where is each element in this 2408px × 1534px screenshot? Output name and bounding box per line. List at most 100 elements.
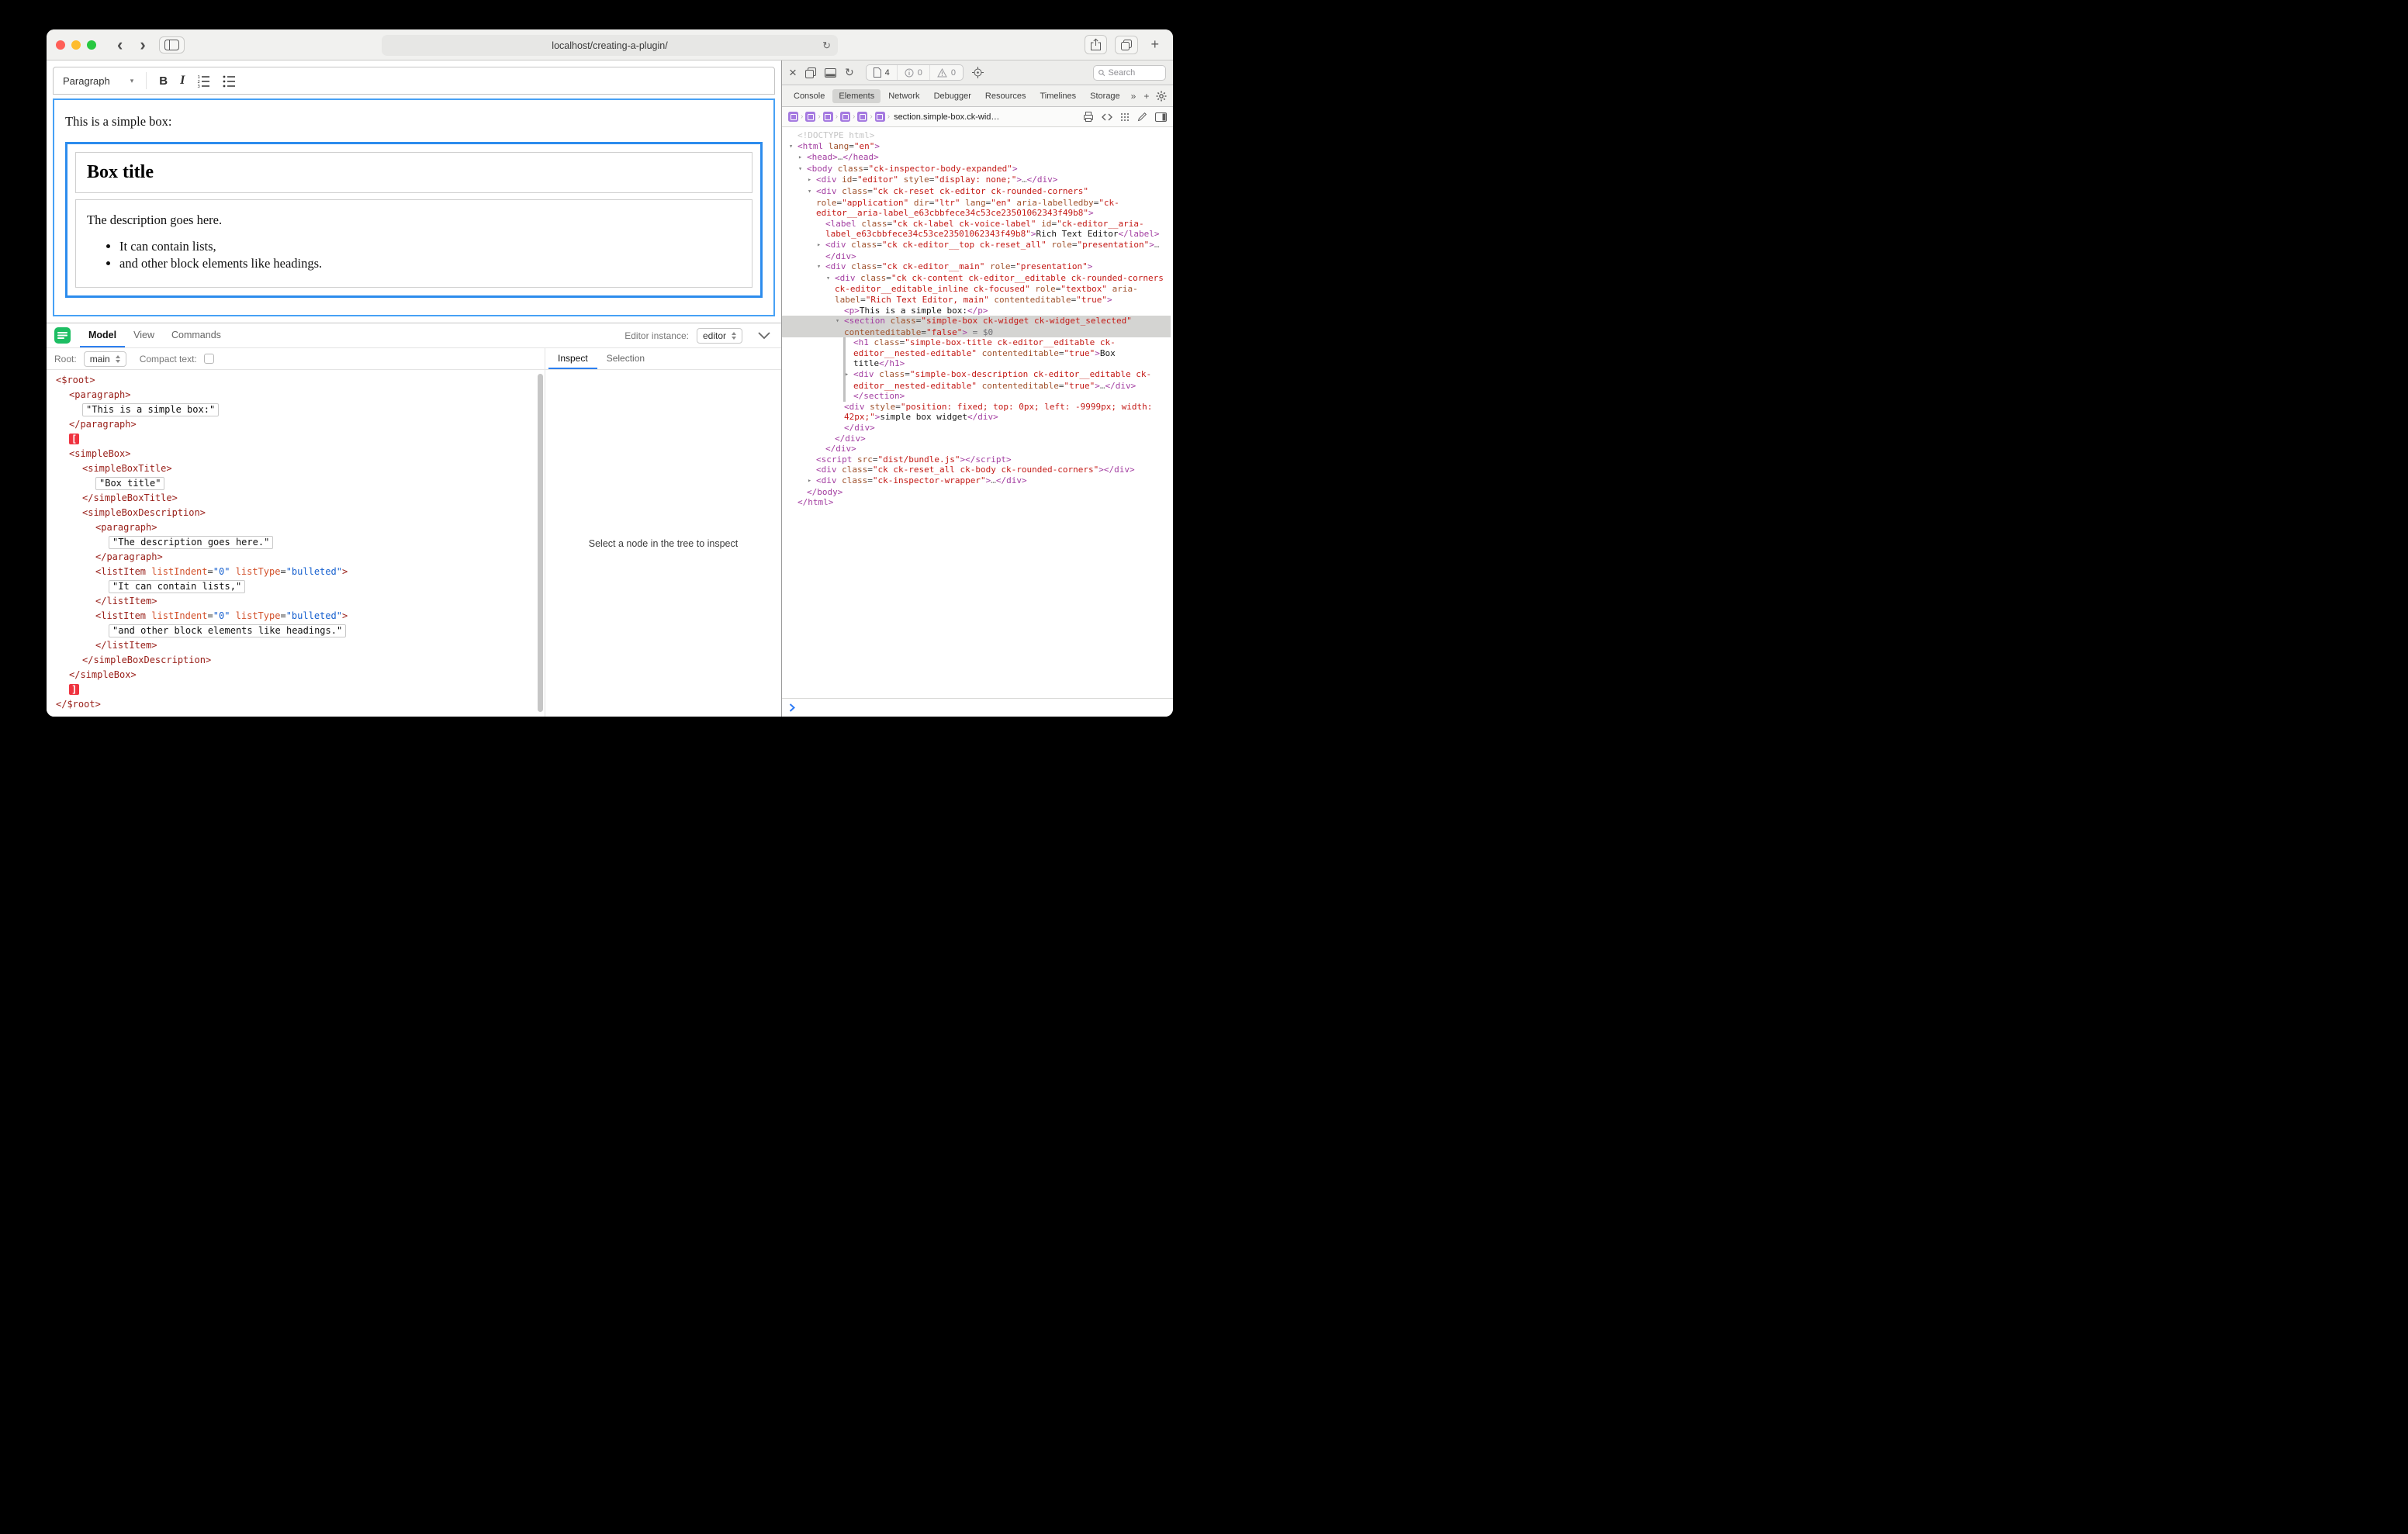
devtools-reload-button[interactable]: ↻ (845, 66, 854, 79)
intro-paragraph[interactable]: This is a simple box: (65, 114, 763, 130)
model-tree-node[interactable]: <$root> (47, 373, 545, 388)
dom-tree-node[interactable]: </html> (782, 497, 1171, 508)
search-input[interactable] (1108, 68, 1161, 78)
collapse-inspector-button[interactable] (755, 332, 773, 339)
disclosure-triangle-icon[interactable]: ▾ (789, 142, 797, 153)
devtools-tab-timelines[interactable]: Timelines (1033, 89, 1082, 103)
model-tree-node[interactable]: [ (47, 432, 545, 447)
editor-instance-select[interactable]: editor (697, 328, 742, 344)
list-item[interactable]: It can contain lists, (119, 239, 741, 254)
edit-dom-button[interactable] (1137, 112, 1147, 122)
dom-tree-node[interactable]: ▾<html lang="en"> (782, 141, 1171, 153)
devtools-search-field[interactable] (1093, 65, 1166, 81)
root-select[interactable]: main (84, 351, 126, 367)
simple-box-title-field[interactable]: Box title (75, 152, 752, 193)
model-tree-node[interactable]: </simpleBox> (47, 668, 545, 682)
disclosure-triangle-icon[interactable]: ▾ (808, 187, 816, 198)
element-crumb-icon[interactable] (857, 112, 867, 122)
model-tree-node[interactable]: "This is a simple box:" (47, 403, 545, 417)
model-tree-node[interactable]: <listItem listIndent="0" listType="bulle… (47, 565, 545, 579)
disclosure-triangle-icon[interactable]: ▾ (826, 274, 835, 285)
element-crumb-icon[interactable] (875, 112, 885, 122)
disclosure-triangle-icon[interactable]: ▸ (845, 370, 853, 381)
devtools-tab-resources[interactable]: Resources (979, 89, 1033, 103)
list-item[interactable]: and other block elements like headings. (119, 256, 741, 271)
inspector-tab-commands[interactable]: Commands (163, 323, 230, 347)
devtools-windows-button[interactable] (805, 67, 816, 78)
dom-tree-node[interactable]: ▾<div class="ck ck-reset ck-editor ck-ro… (782, 186, 1171, 219)
grid-overlay-button[interactable] (1120, 112, 1130, 122)
reload-button[interactable]: ↻ (822, 40, 831, 52)
element-crumb-icon[interactable] (788, 112, 798, 122)
bold-button[interactable]: B (159, 74, 168, 88)
model-tree[interactable]: <$root><paragraph>"This is a simple box:… (47, 370, 545, 717)
element-crumb-icon[interactable] (823, 112, 833, 122)
model-tree-scrollbar[interactable] (538, 374, 543, 712)
dom-tree-node[interactable]: </body> (782, 487, 1171, 498)
inspect-panel-tab-selection[interactable]: Selection (597, 348, 654, 369)
console-prompt[interactable] (782, 698, 1173, 717)
box-title-heading[interactable]: Box title (87, 162, 741, 183)
inspector-tab-model[interactable]: Model (80, 323, 125, 347)
address-bar[interactable]: localhost/creating-a-plugin/ ↻ (382, 35, 838, 56)
disclosure-triangle-icon[interactable]: ▸ (798, 153, 807, 164)
disclosure-triangle-icon[interactable]: ▾ (817, 262, 825, 273)
back-button[interactable]: ‹ (113, 36, 126, 54)
dom-tree-node[interactable]: ▸<div class="ck ck-editor__top ck-reset_… (782, 240, 1171, 261)
model-tree-node[interactable]: </simpleBoxTitle> (47, 491, 545, 506)
inspector-tab-view[interactable]: View (125, 323, 163, 347)
model-tree-node[interactable]: </$root> (47, 697, 545, 712)
devtools-tab-debugger[interactable]: Debugger (928, 89, 977, 103)
dom-tree-node[interactable]: <h1 class="simple-box-title ck-editor__e… (782, 337, 1171, 369)
new-tab-button[interactable]: + (1146, 36, 1164, 53)
model-tree-node[interactable]: <simpleBoxDescription> (47, 506, 545, 520)
dom-tree[interactable]: <!DOCTYPE html>▾<html lang="en">▸<head>…… (782, 127, 1173, 698)
bulleted-list-button[interactable] (223, 74, 236, 88)
dom-tree-node[interactable]: <div class="ck ck-reset_all ck-body ck-r… (782, 465, 1171, 475)
dom-tree-node[interactable]: </div> (782, 444, 1171, 454)
element-crumb-icon[interactable] (840, 112, 850, 122)
sidebar-toggle-button[interactable] (159, 36, 185, 54)
model-tree-node[interactable]: <simpleBox> (47, 447, 545, 461)
rich-text-editor[interactable]: This is a simple box: Box title The desc… (53, 98, 775, 316)
model-tree-node[interactable]: <simpleBoxTitle> (47, 461, 545, 476)
zoom-window-button[interactable] (87, 40, 96, 50)
devtools-dock-button[interactable] (825, 68, 836, 78)
forward-button[interactable]: › (136, 36, 149, 54)
dom-tree-node[interactable]: ▾<section class="simple-box ck-widget ck… (782, 316, 1171, 337)
model-tree-node[interactable]: </simpleBoxDescription> (47, 653, 545, 668)
model-tree-node[interactable]: </paragraph> (47, 550, 545, 565)
model-tree-node[interactable]: <paragraph> (47, 388, 545, 403)
devtools-tab-network[interactable]: Network (882, 89, 925, 103)
devtools-settings-button[interactable] (1156, 91, 1168, 102)
dom-tree-node[interactable]: ▾<div class="ck ck-content ck-editor__ed… (782, 273, 1171, 306)
box-description-list[interactable]: It can contain lists, and other block ele… (87, 239, 741, 271)
model-tree-node[interactable]: "The description goes here." (47, 535, 545, 550)
element-crumb-icon[interactable] (805, 112, 815, 122)
details-sidebar-toggle-button[interactable] (1155, 112, 1167, 122)
tabs-overview-button[interactable] (1115, 36, 1138, 54)
box-description-paragraph[interactable]: The description goes here. (87, 212, 741, 228)
close-window-button[interactable] (56, 40, 65, 50)
dom-tree-node[interactable]: <p>This is a simple box:</p> (782, 306, 1171, 316)
tab-overflow-button[interactable]: » (1127, 91, 1140, 102)
heading-dropdown[interactable]: Paragraph ▾ (63, 75, 133, 87)
disclosure-triangle-icon[interactable]: ▾ (798, 164, 807, 175)
breadcrumb-current-node[interactable]: section.simple-box.ck-wid… (894, 112, 999, 122)
minimize-window-button[interactable] (71, 40, 81, 50)
add-tab-button[interactable]: + (1140, 91, 1153, 102)
dom-tree-node[interactable]: <!DOCTYPE html> (782, 130, 1171, 141)
page-resources-badge[interactable]: 4 (867, 65, 897, 80)
model-tree-node[interactable]: </listItem> (47, 638, 545, 653)
simple-box-widget[interactable]: Box title The description goes here. It … (65, 142, 763, 298)
dom-tree-node[interactable]: </div> (782, 423, 1171, 434)
disclosure-triangle-icon[interactable]: ▸ (808, 175, 816, 186)
dom-tree-node[interactable]: ▾<div class="ck ck-editor__main" role="p… (782, 261, 1171, 273)
dom-tree-node[interactable]: ▸<head>…</head> (782, 152, 1171, 164)
compact-text-checkbox[interactable] (204, 354, 214, 364)
model-tree-node[interactable]: "It can contain lists," (47, 579, 545, 594)
show-source-button[interactable] (1102, 113, 1112, 121)
disclosure-triangle-icon[interactable]: ▸ (817, 240, 825, 251)
dom-tree-node[interactable]: </section> (782, 391, 1171, 402)
dom-tree-node[interactable]: ▸<div class="ck-inspector-wrapper">…</di… (782, 475, 1171, 487)
